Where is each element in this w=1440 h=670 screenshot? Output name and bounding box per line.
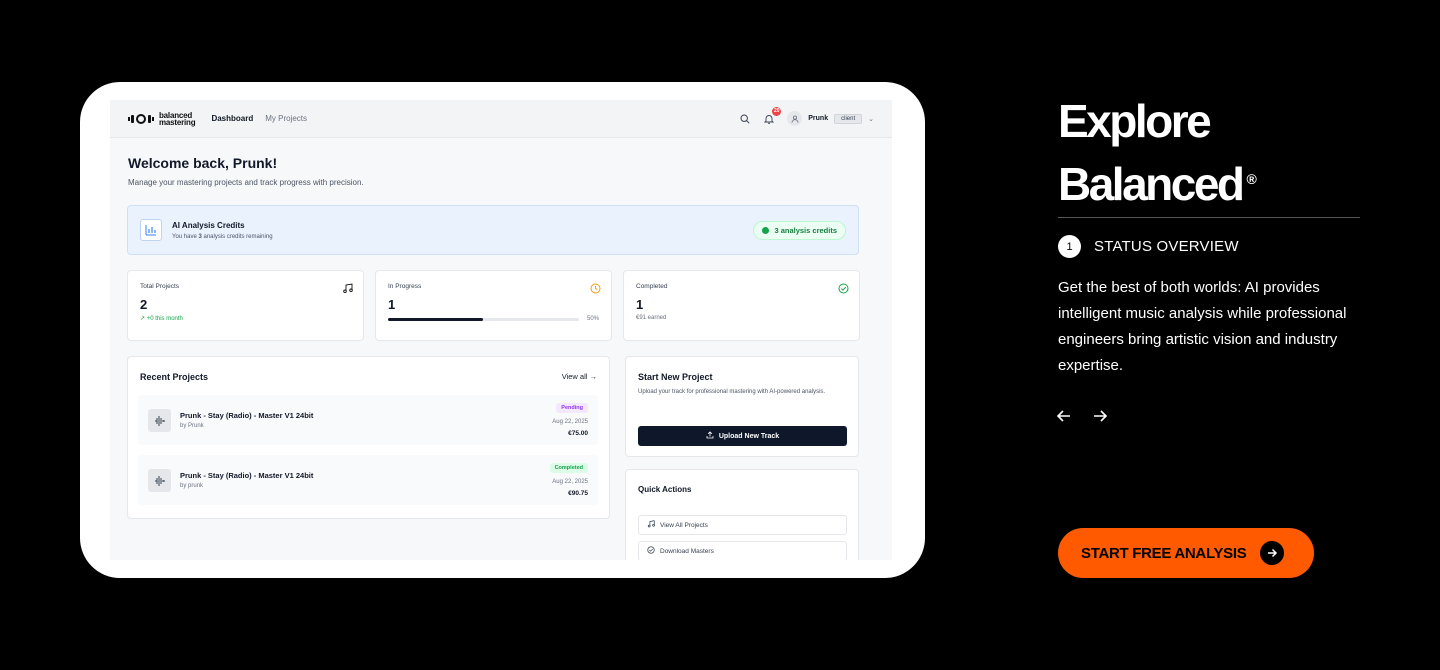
stat-completed: Completed 1 €91 earned bbox=[623, 270, 860, 341]
progress-percent: 50% bbox=[586, 316, 599, 322]
project-date: Aug 22, 2025 bbox=[552, 419, 588, 425]
recent-projects-panel: Recent Projects View all → Prunk - Stay … bbox=[127, 356, 610, 519]
header-actions: 20 Prunk client ⌄ bbox=[739, 106, 874, 126]
upload-icon bbox=[706, 431, 714, 441]
music-note-icon bbox=[647, 520, 655, 530]
clock-icon bbox=[590, 281, 601, 294]
quick-action-label: View All Projects bbox=[660, 521, 708, 529]
stat-label: Completed bbox=[636, 283, 668, 290]
check-circle-icon bbox=[762, 226, 770, 234]
download-masters-button[interactable]: Download Masters bbox=[638, 541, 847, 560]
title-line-1: Explore bbox=[1058, 95, 1212, 147]
upload-new-track-button[interactable]: Upload New Track bbox=[638, 426, 847, 446]
credits-pill-label: 3 analysis credits bbox=[774, 225, 837, 235]
logo-text: balanced mastering bbox=[159, 111, 196, 127]
credits-pill: 3 analysis credits bbox=[753, 220, 846, 240]
credits-subtitle: You have 3 analysis credits remaining bbox=[172, 234, 273, 240]
progress-row: 50% bbox=[388, 316, 599, 322]
waveform-icon bbox=[148, 409, 171, 432]
project-title: Prunk - Stay (Radio) - Master V1 24bit bbox=[180, 411, 314, 420]
project-row[interactable]: Prunk - Stay (Radio) - Master V1 24bit b… bbox=[138, 395, 598, 445]
logo-icon bbox=[128, 113, 154, 124]
logo[interactable]: balanced mastering bbox=[128, 111, 196, 127]
status-badge: Pending bbox=[556, 403, 588, 413]
project-date: Aug 22, 2025 bbox=[552, 479, 588, 485]
project-price: €75.00 bbox=[568, 430, 588, 437]
project-row[interactable]: Prunk - Stay (Radio) - Master V1 24bit b… bbox=[138, 455, 598, 505]
quick-actions-title: Quick Actions bbox=[638, 485, 692, 494]
start-project-subtitle: Upload your track for professional maste… bbox=[638, 389, 826, 395]
arrow-left-icon[interactable] bbox=[1056, 408, 1072, 424]
avatar bbox=[787, 111, 803, 126]
bell-icon[interactable]: 20 bbox=[763, 106, 782, 125]
cta-label: START FREE ANALYSIS bbox=[1081, 544, 1247, 562]
check-circle-icon bbox=[838, 281, 849, 294]
stat-value: 1 bbox=[388, 297, 396, 312]
role-badge: client bbox=[834, 113, 863, 124]
view-all-link[interactable]: View all → bbox=[562, 372, 597, 381]
explore-title: Explore Balanced ® bbox=[1058, 92, 1257, 213]
credits-sub-suffix: analysis credits remaining bbox=[201, 233, 273, 240]
credits-title: AI Analysis Credits bbox=[172, 220, 245, 230]
step-label: STATUS OVERVIEW bbox=[1094, 238, 1239, 255]
progress-bar bbox=[388, 317, 579, 321]
project-price: €90.75 bbox=[568, 490, 588, 497]
arrow-right-icon bbox=[1260, 541, 1285, 565]
start-project-title: Start New Project bbox=[638, 372, 713, 382]
status-badge: Completed bbox=[549, 463, 588, 473]
recent-projects-title: Recent Projects bbox=[140, 372, 209, 382]
project-title: Prunk - Stay (Radio) - Master V1 24bit bbox=[180, 471, 314, 480]
notification-badge: 20 bbox=[772, 106, 782, 116]
app-header: balanced mastering Dashboard My Projects … bbox=[110, 100, 892, 138]
credits-sub-prefix: You have bbox=[172, 233, 199, 240]
title-line-2-wrap: Balanced ® bbox=[1058, 150, 1257, 213]
stat-foot: ↗ +0 this month bbox=[140, 316, 183, 322]
nav-my-projects[interactable]: My Projects bbox=[265, 114, 307, 123]
registered-mark: ® bbox=[1246, 171, 1257, 187]
dashboard-app: balanced mastering Dashboard My Projects … bbox=[110, 100, 892, 560]
stat-total-projects: Total Projects 2 ↗ +0 this month bbox=[127, 270, 364, 341]
stat-label: In Progress bbox=[388, 283, 422, 290]
waveform-icon bbox=[148, 469, 171, 492]
welcome-title: Welcome back, Prunk! bbox=[128, 155, 278, 171]
stat-foot-text: +0 this month bbox=[146, 316, 183, 322]
stat-label: Total Projects bbox=[140, 283, 180, 290]
logo-line-2: mastering bbox=[159, 117, 196, 127]
stat-value: 1 bbox=[636, 297, 644, 312]
screenshot-card: balanced mastering Dashboard My Projects … bbox=[80, 82, 925, 578]
title-line-2: Balanced bbox=[1058, 158, 1245, 210]
start-free-analysis-button[interactable]: START FREE ANALYSIS bbox=[1058, 528, 1314, 578]
view-all-projects-button[interactable]: View All Projects bbox=[638, 515, 847, 535]
chevron-down-icon[interactable]: ⌄ bbox=[868, 115, 874, 123]
nav-dashboard[interactable]: Dashboard bbox=[211, 114, 253, 123]
divider bbox=[1058, 217, 1360, 218]
user-menu[interactable]: Prunk client ⌄ bbox=[787, 111, 874, 126]
upload-button-label: Upload New Track bbox=[718, 432, 780, 440]
ai-credits-banner: AI Analysis Credits You have 3 analysis … bbox=[127, 205, 859, 255]
chart-icon bbox=[140, 219, 162, 241]
stat-in-progress: In Progress 1 50% bbox=[375, 270, 612, 341]
progress-fill bbox=[388, 317, 484, 321]
welcome-subtitle: Manage your mastering projects and track… bbox=[128, 178, 364, 187]
search-icon[interactable] bbox=[739, 113, 751, 125]
quick-action-label: Download Masters bbox=[660, 547, 714, 555]
user-name: Prunk bbox=[808, 115, 829, 122]
arrow-right-icon[interactable] bbox=[1092, 408, 1108, 424]
step-number: 1 bbox=[1058, 235, 1081, 258]
quick-actions-panel: Quick Actions View All Projects Download… bbox=[625, 469, 859, 560]
feature-description: Get the best of both worlds: AI provides… bbox=[1058, 279, 1347, 374]
start-new-project-panel: Start New Project Upload your track for … bbox=[625, 356, 859, 457]
project-artist: by Prunk bbox=[180, 423, 204, 429]
project-artist: by prunk bbox=[180, 483, 204, 489]
stat-foot: €91 earned bbox=[636, 315, 667, 321]
stat-value: 2 bbox=[140, 297, 148, 312]
check-circle-icon bbox=[647, 546, 655, 556]
music-note-icon bbox=[342, 281, 353, 294]
